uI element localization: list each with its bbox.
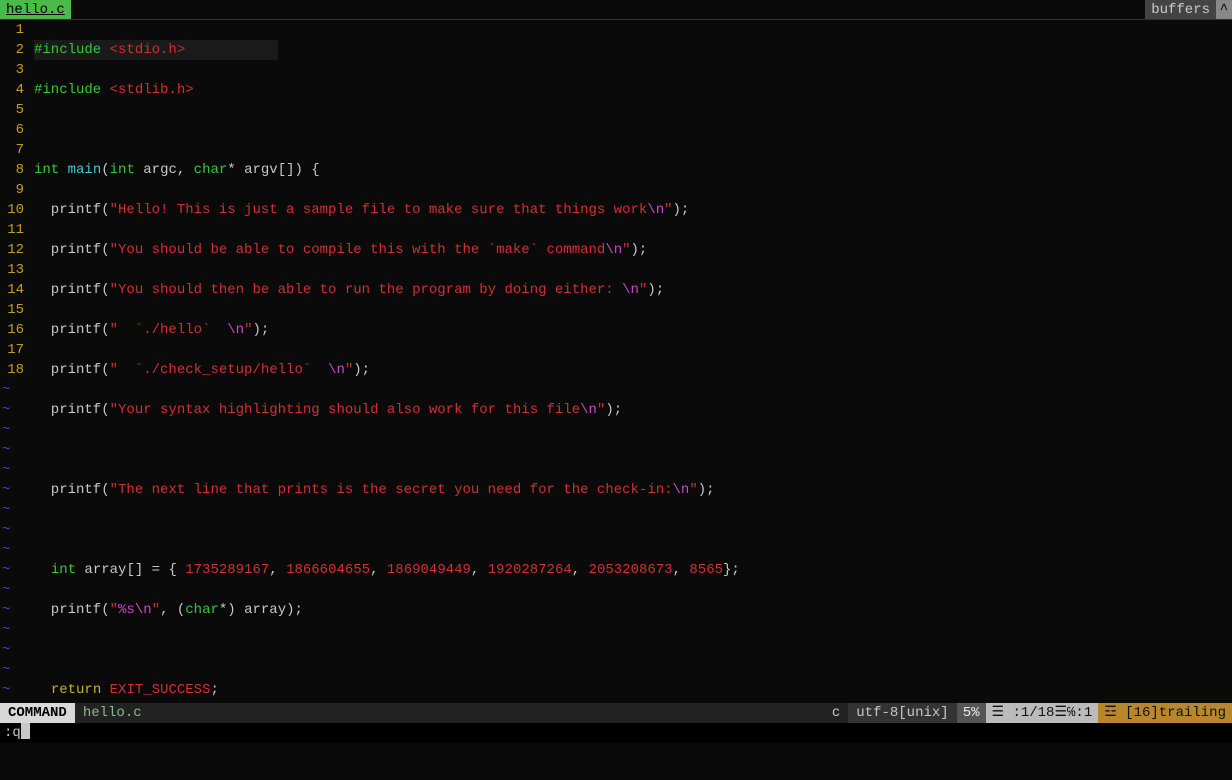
line-number: 18 [0, 360, 24, 380]
code-content[interactable]: #include <stdio.h> #include <stdlib.h> i… [34, 20, 740, 780]
code-line: int array[] = { 1735289167, 1866604655, … [34, 560, 740, 580]
tilde-icon: ~ [2, 580, 10, 600]
code-line: printf("The next line that prints is the… [34, 480, 740, 500]
command-line[interactable]: :q [0, 723, 1232, 743]
tilde-icon: ~ [2, 600, 10, 620]
line-number: 8 [0, 160, 24, 180]
tilde-icon: ~ [2, 420, 10, 440]
line-number: 4 [0, 80, 24, 100]
line-number: 3 [0, 60, 24, 80]
line-number: 9 [0, 180, 24, 200]
status-line: COMMAND hello.c c utf-8[unix] 5% ☰ :1/18… [0, 703, 1232, 723]
status-filename: hello.c [75, 703, 150, 723]
tilde-icon: ~ [2, 640, 10, 660]
tilde-icon: ~ [2, 520, 10, 540]
status-filetype: c [824, 703, 848, 723]
code-line: #include <stdlib.h> [34, 80, 740, 100]
tabline-spacer [71, 0, 1145, 19]
line-number: 7 [0, 140, 24, 160]
code-line: printf(" `./hello` \n"); [34, 320, 740, 340]
code-line: printf("You should be able to compile th… [34, 240, 740, 260]
command-text: :q [4, 725, 21, 741]
line-number: 10 [0, 200, 24, 220]
tilde-icon: ~ [2, 460, 10, 480]
empty-line-tildes: ~ ~ ~ ~ ~ ~ ~ ~ ~ ~ ~ ~ ~ ~ ~ ~ [0, 380, 10, 700]
code-line: printf(" `./check_setup/hello` \n"); [34, 360, 740, 380]
status-encoding: utf-8[unix] [848, 703, 956, 723]
tab-active[interactable]: hello.c [0, 0, 71, 19]
code-line: return EXIT_SUCCESS; [34, 680, 740, 700]
status-trailing-warning: ☲ [16]trailing [1098, 703, 1232, 723]
tilde-icon: ~ [2, 480, 10, 500]
line-number: 12 [0, 240, 24, 260]
tab-label: hello.c [6, 2, 65, 18]
code-line: int main(int argc, char* argv[]) { [34, 160, 740, 180]
code-line: printf("Your syntax highlighting should … [34, 400, 740, 420]
tilde-icon: ~ [2, 540, 10, 560]
line-number: 2 [0, 40, 24, 60]
code-line [34, 120, 740, 140]
tilde-icon: ~ [2, 440, 10, 460]
tilde-icon: ~ [2, 660, 10, 680]
line-number: 17 [0, 340, 24, 360]
line-number: 13 [0, 260, 24, 280]
tilde-icon: ~ [2, 380, 10, 400]
line-number: 15 [0, 300, 24, 320]
code-line [34, 520, 740, 540]
code-line: printf("You should then be able to run t… [34, 280, 740, 300]
code-line: #include <stdio.h> [34, 40, 740, 60]
line-number: 14 [0, 280, 24, 300]
status-position: ☰ :1/18☰℅:1 [986, 703, 1099, 723]
tilde-icon: ~ [2, 500, 10, 520]
line-number: 1 [0, 20, 24, 40]
status-spacer [150, 703, 824, 723]
cursor-icon [21, 723, 30, 739]
mode-indicator: COMMAND [0, 703, 75, 723]
tilde-icon: ~ [2, 620, 10, 640]
scroll-indicator-icon: ^ [1216, 0, 1232, 19]
tilde-icon: ~ [2, 680, 10, 700]
line-number: 5 [0, 100, 24, 120]
tab-line: hello.c buffers ^ [0, 0, 1232, 20]
buffers-button[interactable]: buffers [1145, 0, 1216, 19]
code-line: printf("%s\n", (char*) array); [34, 600, 740, 620]
editor-area[interactable]: 1 2 3 4 5 6 7 8 9 10 11 12 13 14 15 16 1… [0, 20, 1232, 706]
status-percent: 5% [957, 703, 986, 723]
tilde-icon: ~ [2, 400, 10, 420]
line-number-gutter: 1 2 3 4 5 6 7 8 9 10 11 12 13 14 15 16 1… [0, 20, 28, 380]
line-number: 6 [0, 120, 24, 140]
tilde-icon: ~ [2, 560, 10, 580]
line-number: 16 [0, 320, 24, 340]
line-number: 11 [0, 220, 24, 240]
code-line [34, 640, 740, 660]
code-line [34, 440, 740, 460]
code-line: printf("Hello! This is just a sample fil… [34, 200, 740, 220]
